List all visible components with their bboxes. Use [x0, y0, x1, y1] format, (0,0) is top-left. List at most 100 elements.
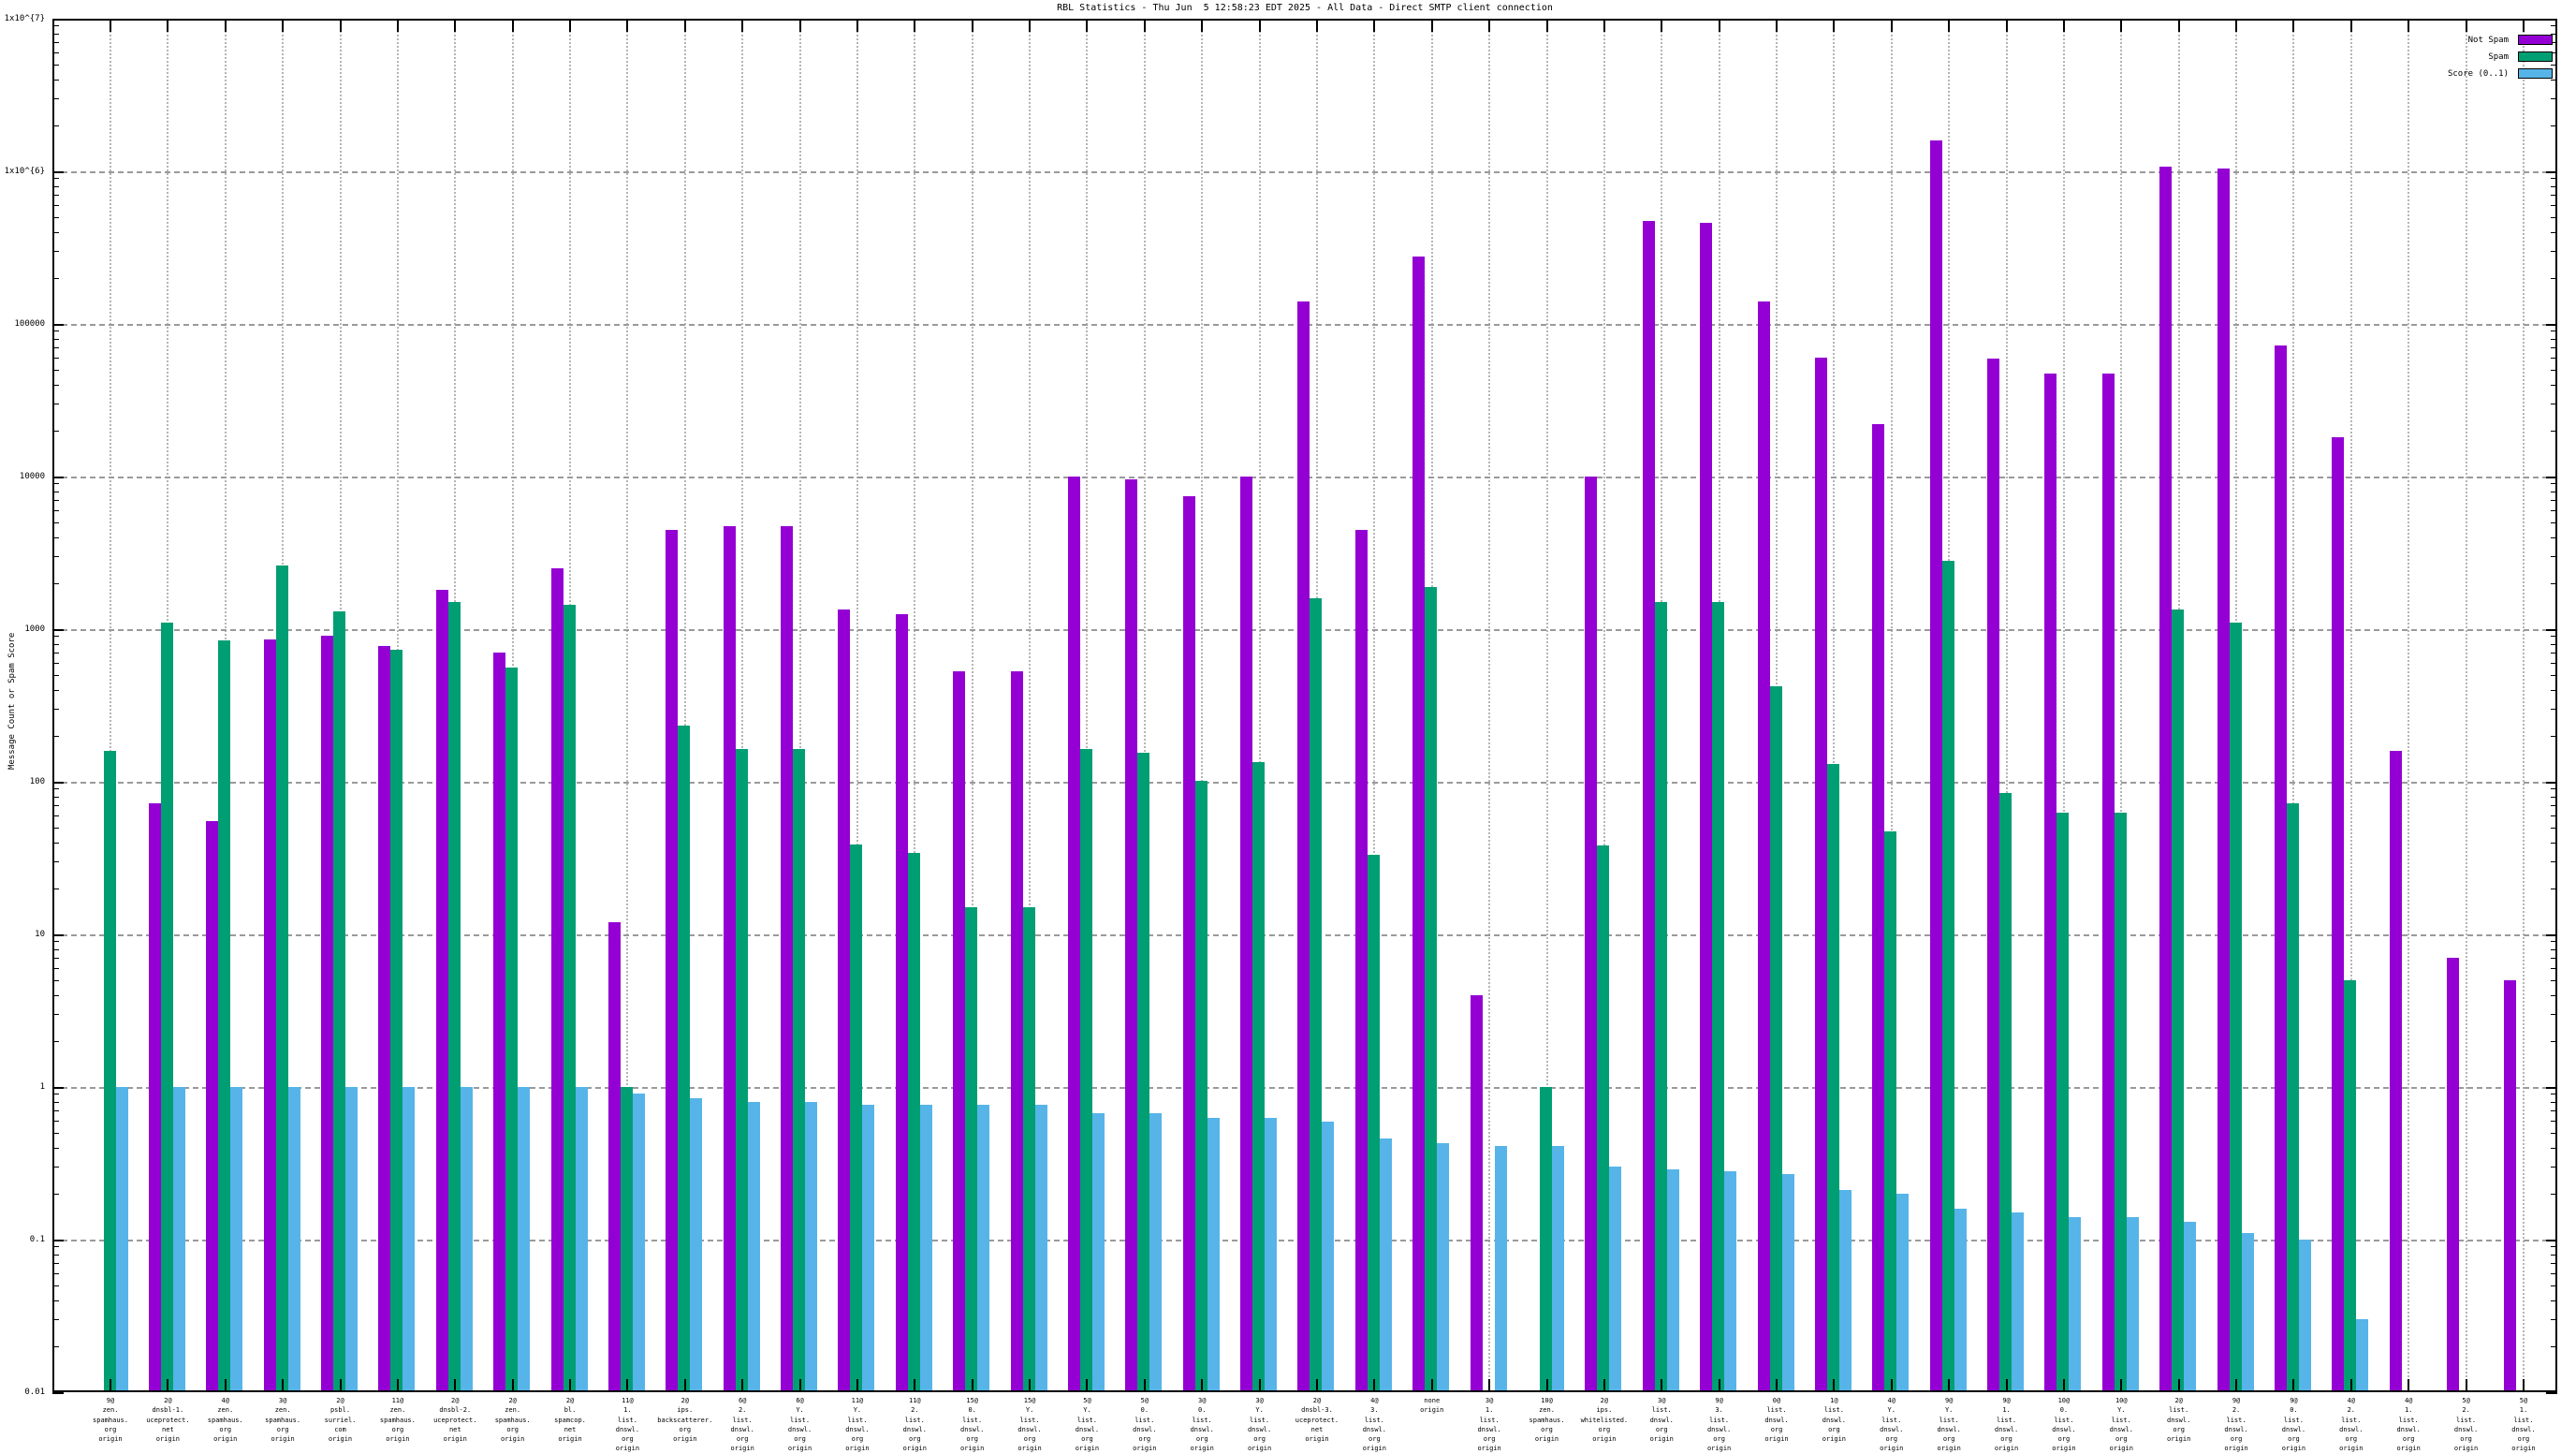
y-minor-tick [52, 536, 59, 538]
x-tick-label-line: org [2288, 1435, 2300, 1444]
x-tick-label-line: 1. [2519, 1406, 2528, 1415]
x-tick-label: 5@ 1. list. dnswl. org origin [2491, 1396, 2556, 1454]
y-minor-tick [2551, 1101, 2557, 1103]
x-tick-label-line: list. [2513, 1416, 2534, 1424]
x-tick [167, 19, 169, 32]
x-tick-label: 4@ 1. list. dnswl. org origin [2376, 1396, 2441, 1454]
x-tick-label: 2@ dnsbl-1. uceprotect. net origin [135, 1396, 200, 1444]
y-minor-tick [2551, 709, 2557, 711]
x-tick-label-line: 5@ [1140, 1397, 1149, 1404]
x-tick-label-line: dnswl. [1880, 1425, 1904, 1433]
x-tick-label: 9@ Y. list. dnswl. org origin [1916, 1396, 1982, 1454]
plot-frame [52, 19, 2557, 1392]
x-tick-label-line: 5@ [1083, 1397, 1091, 1404]
x-tick [1890, 19, 1893, 32]
x-tick-label-line: list. [1939, 1416, 1959, 1424]
x-tick-label-line: 1. [623, 1406, 632, 1415]
x-tick-label-line: dnswl. [615, 1425, 640, 1433]
y-minor-tick [2551, 384, 2557, 386]
y-minor-tick [2551, 1193, 2557, 1195]
x-tick-label-line: org [2000, 1435, 2012, 1444]
x-tick-label: 9@ 0. list. dnswl. org origin [2261, 1396, 2326, 1454]
x-tick-label-line: dnswl. [845, 1425, 870, 1433]
x-tick [2349, 1379, 2352, 1392]
x-tick-label-line: org [2460, 1435, 2472, 1444]
x-tick [2120, 19, 2123, 32]
y-major-tick [2546, 1240, 2557, 1241]
y-minor-tick [52, 358, 59, 360]
y-minor-tick [2551, 500, 2557, 502]
x-tick-label-line: ips. [1596, 1406, 1613, 1415]
x-tick-label-line: list. [2226, 1416, 2247, 1424]
x-tick-label-line: org [2345, 1435, 2358, 1444]
x-tick-label-line: 10@ [1541, 1397, 1553, 1404]
x-tick-label-line: org [1483, 1435, 1496, 1444]
x-tick [511, 19, 514, 32]
x-tick-label-line: 6@ [738, 1397, 747, 1404]
y-major-tick [2546, 782, 2557, 784]
x-tick [1833, 1379, 1836, 1392]
x-tick-label-line: list. [847, 1416, 868, 1424]
x-tick-label-line: org [1253, 1435, 1266, 1444]
y-minor-tick [52, 643, 59, 645]
x-tick-label-line: dnswl. [2281, 1425, 2306, 1433]
x-tick-label-line: Y. [853, 1406, 862, 1415]
x-tick-label-line: net [448, 1425, 461, 1433]
x-tick-label-line: list. [1709, 1416, 1730, 1424]
x-tick [1315, 1379, 1318, 1392]
x-tick-label-line: origin [673, 1435, 697, 1444]
x-tick-label-line: 1. [2404, 1406, 2413, 1415]
x-tick-label-line: org [1138, 1435, 1151, 1444]
x-tick-label-line: 2@ [164, 1397, 172, 1404]
x-tick [856, 1379, 858, 1392]
x-tick-label-line: origin [98, 1435, 123, 1444]
y-minor-tick [52, 815, 59, 817]
y-minor-tick [52, 948, 59, 950]
x-tick [2408, 19, 2410, 32]
y-minor-tick [52, 1345, 59, 1347]
y-minor-tick [2551, 510, 2557, 512]
x-tick [1373, 1379, 1376, 1392]
x-tick-label-line: 6@ [796, 1397, 804, 1404]
y-minor-tick [2551, 195, 2557, 197]
x-tick [1315, 19, 1318, 32]
y-tick-label: 1 [39, 1082, 45, 1092]
x-tick-label-line: 9@ [2232, 1397, 2241, 1404]
y-minor-tick [2551, 205, 2557, 207]
x-tick [741, 1379, 744, 1392]
x-tick [1776, 1379, 1778, 1392]
x-tick-label-line: origin [271, 1435, 295, 1444]
y-minor-tick [52, 510, 59, 512]
y-minor-tick [52, 735, 59, 737]
x-tick-label-line: origin [213, 1435, 238, 1444]
x-tick-label-line: org [1655, 1425, 1668, 1433]
x-tick-label-line: Y. [1944, 1406, 1954, 1415]
x-tick [2177, 1379, 2180, 1392]
x-tick-label-line: list. [1766, 1406, 1787, 1415]
y-major-tick [2546, 477, 2557, 478]
x-tick-label-line: origin [386, 1435, 410, 1444]
y-minor-tick [52, 25, 59, 27]
y-minor-tick [52, 796, 59, 798]
y-minor-tick [2551, 948, 2557, 950]
y-minor-tick [2551, 98, 2557, 100]
x-tick-label-line: list. [1651, 1406, 1672, 1415]
y-minor-tick [2551, 1285, 2557, 1287]
y-minor-tick [52, 1133, 59, 1135]
y-minor-tick [52, 968, 59, 970]
x-tick-label-line: dnswl. [902, 1425, 927, 1433]
x-tick-label-line: dnswl. [2339, 1425, 2364, 1433]
x-tick-label: 5@ 2. list. dnswl. org origin [2434, 1396, 2499, 1454]
x-tick-label: 9@ 2. list. dnswl. org origin [2203, 1396, 2269, 1454]
x-tick-label-line: list. [1823, 1406, 1844, 1415]
y-minor-tick [52, 1319, 59, 1321]
x-tick-label-line: spamcop. [554, 1416, 586, 1424]
x-tick-label-line: list. [2054, 1416, 2074, 1424]
y-minor-tick [52, 653, 59, 654]
y-minor-tick [2551, 1110, 2557, 1112]
x-tick [1545, 19, 1548, 32]
x-tick-label-line: origin [1420, 1406, 1444, 1415]
x-tick-label-line: bl. [564, 1406, 577, 1415]
y-minor-tick [52, 231, 59, 233]
y-minor-tick [52, 33, 59, 35]
